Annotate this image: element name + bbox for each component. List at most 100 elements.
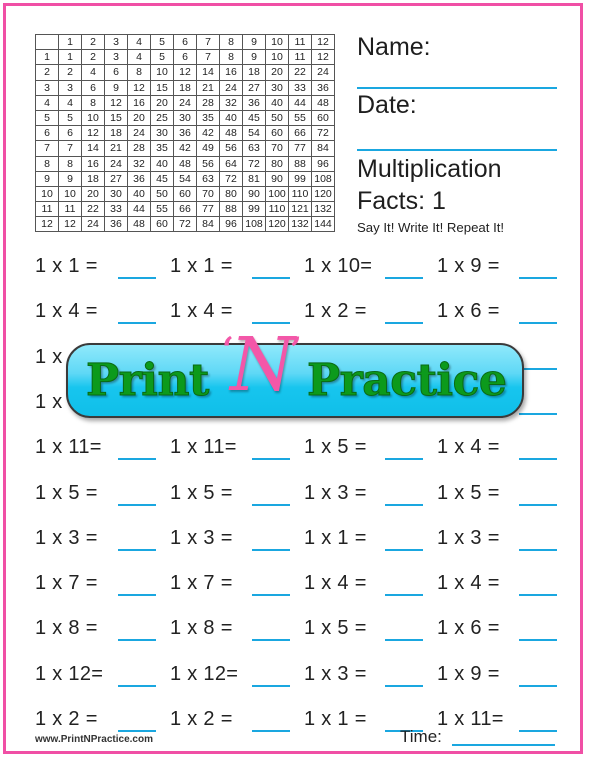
- table-cell: 22: [288, 64, 312, 81]
- answer-blank[interactable]: [118, 594, 156, 597]
- problem-text: 1 x 2 =: [170, 708, 233, 730]
- table-cell: 33: [104, 201, 128, 218]
- answer-blank[interactable]: [118, 730, 156, 732]
- table-cell: 28: [127, 140, 151, 157]
- table-cell: 24: [127, 125, 151, 142]
- table-cell: 90: [242, 185, 266, 203]
- answer-blank[interactable]: [385, 684, 423, 687]
- problem-text: 1 x 5 =: [437, 481, 500, 504]
- table-cell: 27: [242, 79, 266, 96]
- table-cell: 12: [173, 64, 197, 81]
- answer-blank[interactable]: [385, 503, 423, 506]
- table-cell: 55: [288, 109, 312, 127]
- answer-blank[interactable]: [385, 458, 423, 461]
- date-line[interactable]: [357, 149, 557, 151]
- problem-text: 1 x 10=: [304, 255, 373, 277]
- table-cell: 84: [311, 140, 335, 157]
- table-cell: 12: [311, 33, 335, 51]
- answer-blank[interactable]: [118, 684, 156, 687]
- title-line2: Facts: 1: [357, 187, 446, 215]
- answer-blank[interactable]: [252, 594, 290, 597]
- answer-blank[interactable]: [252, 730, 290, 732]
- problem-text: 1 x 1 =: [170, 255, 233, 277]
- answer-blank[interactable]: [118, 503, 156, 506]
- table-cell: 12: [311, 49, 335, 66]
- answer-blank[interactable]: [118, 639, 156, 642]
- problem-text: 1 x: [35, 390, 63, 413]
- problem-text: 1 x 8 =: [35, 617, 98, 640]
- table-cell: 45: [150, 170, 174, 187]
- problem-text: 1 x 1 =: [304, 708, 367, 730]
- problem-text: 1 x 4 =: [437, 436, 500, 459]
- answer-blank[interactable]: [118, 458, 156, 461]
- answer-blank[interactable]: [252, 639, 290, 642]
- answer-blank[interactable]: [118, 322, 156, 325]
- answer-blank[interactable]: [519, 458, 557, 461]
- table-cell: 44: [127, 201, 151, 218]
- problem-text: 1 x: [35, 345, 63, 368]
- answer-blank[interactable]: [519, 412, 557, 415]
- table-cell: 24: [173, 94, 197, 111]
- table-row: 12 12 24 36 48 60 72 84 96 108 120 132 144: [35, 216, 335, 233]
- table-cell: 6: [81, 79, 105, 96]
- table-cell: 7: [58, 140, 82, 157]
- table-cell: 5: [150, 33, 174, 51]
- table-cell: 16: [219, 64, 243, 81]
- title-line1: Multiplication: [357, 155, 502, 183]
- table-cell: 5: [35, 109, 59, 127]
- problem-text: 1 x 7 =: [170, 572, 233, 595]
- table-cell: 1: [58, 49, 82, 66]
- answer-blank[interactable]: [519, 730, 557, 732]
- answer-blank[interactable]: [252, 503, 290, 506]
- table-cell: 12: [58, 216, 82, 233]
- table-cell: 99: [242, 201, 266, 218]
- name-line[interactable]: [357, 87, 557, 89]
- answer-blank[interactable]: [252, 548, 290, 551]
- table-cell: 20: [150, 94, 174, 111]
- problem-text: 1 x 8 =: [170, 617, 233, 640]
- table-cell: 40: [219, 109, 243, 127]
- table-cell: 72: [311, 125, 335, 142]
- table-cell: 24: [219, 79, 243, 96]
- answer-blank[interactable]: [519, 277, 557, 279]
- table-cell: 24: [311, 64, 335, 81]
- answer-blank[interactable]: [252, 458, 290, 461]
- table-cell: 20: [81, 185, 105, 203]
- answer-blank[interactable]: [519, 367, 557, 370]
- table-cell: 42: [196, 125, 220, 142]
- table-cell: 22: [81, 201, 105, 218]
- problem-text: 1 x 3 =: [304, 662, 367, 685]
- problem-text: 1 x 4 =: [170, 300, 233, 323]
- time-line[interactable]: [452, 744, 555, 746]
- answer-blank[interactable]: [519, 503, 557, 506]
- answer-blank[interactable]: [385, 548, 423, 551]
- problem-text: 1 x 6 =: [437, 617, 500, 640]
- answer-blank[interactable]: [385, 277, 423, 279]
- table-cell: 56: [196, 155, 220, 172]
- answer-blank[interactable]: [252, 684, 290, 687]
- table-cell: 2: [81, 49, 105, 66]
- table-cell: 2: [58, 64, 82, 81]
- website-url[interactable]: www.PrintNPractice.com: [35, 734, 153, 745]
- table-cell: 6: [173, 49, 197, 66]
- problem-text: 1 x 3 =: [170, 526, 233, 549]
- table-cell: 3: [104, 33, 128, 51]
- problem-text: 1 x 5 =: [304, 617, 367, 640]
- table-cell: 60: [173, 185, 197, 203]
- answer-blank[interactable]: [519, 684, 557, 687]
- answer-blank[interactable]: [519, 594, 557, 597]
- answer-blank[interactable]: [519, 548, 557, 551]
- table-cell: 70: [196, 185, 220, 203]
- answer-blank[interactable]: [385, 639, 423, 642]
- answer-blank[interactable]: [118, 277, 156, 279]
- table-cell: 110: [288, 185, 312, 203]
- answer-blank[interactable]: [252, 277, 290, 279]
- answer-blank[interactable]: [385, 322, 423, 325]
- answer-blank[interactable]: [519, 322, 557, 325]
- answer-blank[interactable]: [118, 548, 156, 551]
- table-cell: 20: [265, 64, 289, 81]
- answer-blank[interactable]: [519, 639, 557, 642]
- answer-blank[interactable]: [385, 594, 423, 597]
- time-label: Time:: [400, 727, 442, 746]
- table-cell: 4: [127, 33, 151, 51]
